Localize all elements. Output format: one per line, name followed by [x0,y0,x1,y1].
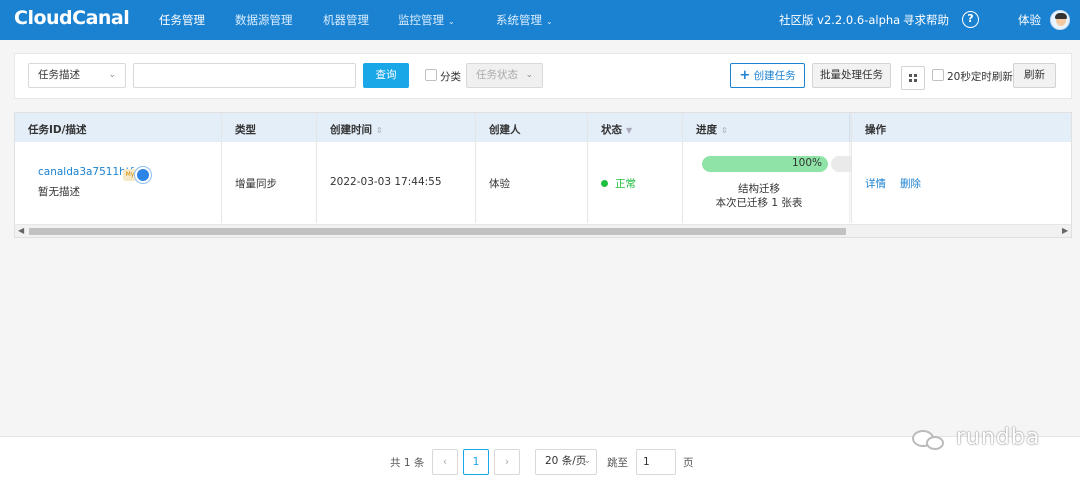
scroll-right-icon[interactable]: ▶ [1062,225,1068,237]
page-size-select[interactable]: 20 条/页 ⌄ [535,449,597,475]
status-text: 正常 [615,178,636,190]
auto-refresh-checkbox[interactable] [932,69,944,81]
column-status[interactable]: 状态 ▼ [601,122,632,137]
scrollbar-thumb[interactable] [29,228,846,235]
column-progress-label: 进度 [696,124,717,136]
category-label: 分类 [440,71,461,83]
chevron-down-icon: ⌄ [108,70,116,80]
column-status-label: 状态 [601,124,622,136]
wechat-icon [912,428,954,450]
status-badge: 正常 [601,176,636,191]
app-logo[interactable]: CloudCanal [14,7,130,29]
query-button[interactable]: 查询 [363,63,409,88]
create-task-label: 创建任务 [753,70,796,82]
column-divider [682,113,683,223]
scroll-left-icon[interactable]: ◀ [18,225,24,237]
search-input[interactable] [133,63,356,88]
column-created-at[interactable]: 创建时间 ⇕ [330,122,383,137]
grid-view-icon[interactable] [901,66,925,90]
column-created-at-label: 创建时间 [330,124,372,136]
category-checkbox[interactable] [425,69,437,81]
task-description: 暂无描述 [38,186,80,198]
task-status-placeholder: 任务状态 [476,69,518,81]
next-page-button[interactable]: › [494,449,520,475]
column-progress[interactable]: 进度 ⇕ [696,122,728,137]
kafka-icon [135,167,151,183]
nav-system-label: 系统管理 [496,13,542,27]
progress-percent: 100% [791,157,822,169]
batch-process-button[interactable]: 批量处理任务 [812,63,891,88]
filter-icon[interactable]: ▼ [626,126,632,135]
chevron-down-icon: ⌄ [448,17,455,26]
search-field-value: 任务描述 [38,69,80,81]
chevron-down-icon: ⌄ [583,456,591,466]
column-actions: 操作 [865,124,886,136]
page-1-button[interactable]: 1 [463,449,489,475]
page-size-value: 20 条/页 [545,455,587,467]
nav-datasource-management[interactable]: 数据源管理 [235,12,293,28]
column-divider [221,113,222,223]
jump-to-label: 跳至 [607,457,628,469]
auto-refresh-label: 20秒定时刷新 [947,71,1013,83]
page-unit-label: 页 [683,457,694,469]
column-divider [475,113,476,223]
column-divider [851,113,852,223]
nav-monitor-management[interactable]: 监控管理 ⌄ [398,12,455,28]
column-type: 类型 [235,124,256,136]
horizontal-scrollbar[interactable]: ◀ ▶ [15,224,1071,237]
help-link[interactable]: 寻求帮助 [903,12,949,28]
top-nav-bar: CloudCanal 任务管理 数据源管理 机器管理 监控管理 ⌄ 系统管理 ⌄ 社… [0,0,1080,40]
plus-icon: + [739,68,751,83]
jump-page-input[interactable]: 1 [636,449,676,475]
progress-stage: 结构迁移 [738,183,780,195]
sort-icon[interactable]: ⇕ [721,126,728,135]
task-created-at: 2022-03-03 17:44:55 [330,176,442,188]
avatar[interactable] [1050,10,1070,30]
status-dot [601,180,608,187]
column-creator: 创建人 [489,124,521,136]
question-icon[interactable]: ? [962,11,979,28]
progress-stage-detail: 本次已迁移 1 张表 [715,197,803,209]
task-creator: 体验 [489,178,510,190]
sort-icon[interactable]: ⇕ [376,126,383,135]
column-divider [587,113,588,223]
task-status-select[interactable]: 任务状态 ⌄ [466,63,543,88]
user-name[interactable]: 体验 [1018,12,1041,28]
create-task-button[interactable]: + 创建任务 [730,63,805,88]
db-type-icons: My [123,167,153,183]
search-field-select[interactable]: 任务描述 ⌄ [28,63,126,88]
delete-link[interactable]: 删除 [900,176,921,191]
avatar-hair [1055,13,1067,19]
refresh-button[interactable]: 刷新 [1013,63,1056,88]
prev-page-button[interactable]: ‹ [432,449,458,475]
column-divider [316,113,317,223]
nav-monitor-label: 监控管理 [398,13,444,27]
task-type: 增量同步 [235,178,277,190]
chevron-down-icon: ⌄ [525,70,533,80]
nav-machine-management[interactable]: 机器管理 [323,12,369,28]
nav-system-management[interactable]: 系统管理 ⌄ [496,12,553,28]
watermark-text: rundba [956,425,1041,450]
progress-bar-partial [831,156,851,172]
edition-version: 社区版 v2.2.0.6-alpha [779,13,901,27]
progress-bar: 100% [702,156,828,172]
detail-link[interactable]: 详情 [865,176,886,191]
total-count: 共 1 条 [390,457,425,469]
filter-bar: 任务描述 ⌄ 查询 分类 任务状态 ⌄ + 创建任务 批量处理任务 20秒定时刷新 … [14,53,1072,99]
task-table: 任务ID/描述 类型 创建时间 ⇕ 创建人 状态 ▼ 进度 ⇕ 操作 canalda3… [14,112,1072,238]
chevron-down-icon: ⌄ [546,17,553,26]
table-header: 任务ID/描述 类型 创建时间 ⇕ 创建人 状态 ▼ 进度 ⇕ 操作 [15,113,1071,142]
column-task-id: 任务ID/描述 [28,124,87,136]
task-id-link[interactable]: canalda3a7511htf [38,166,134,178]
nav-task-management[interactable]: 任务管理 [159,12,205,28]
